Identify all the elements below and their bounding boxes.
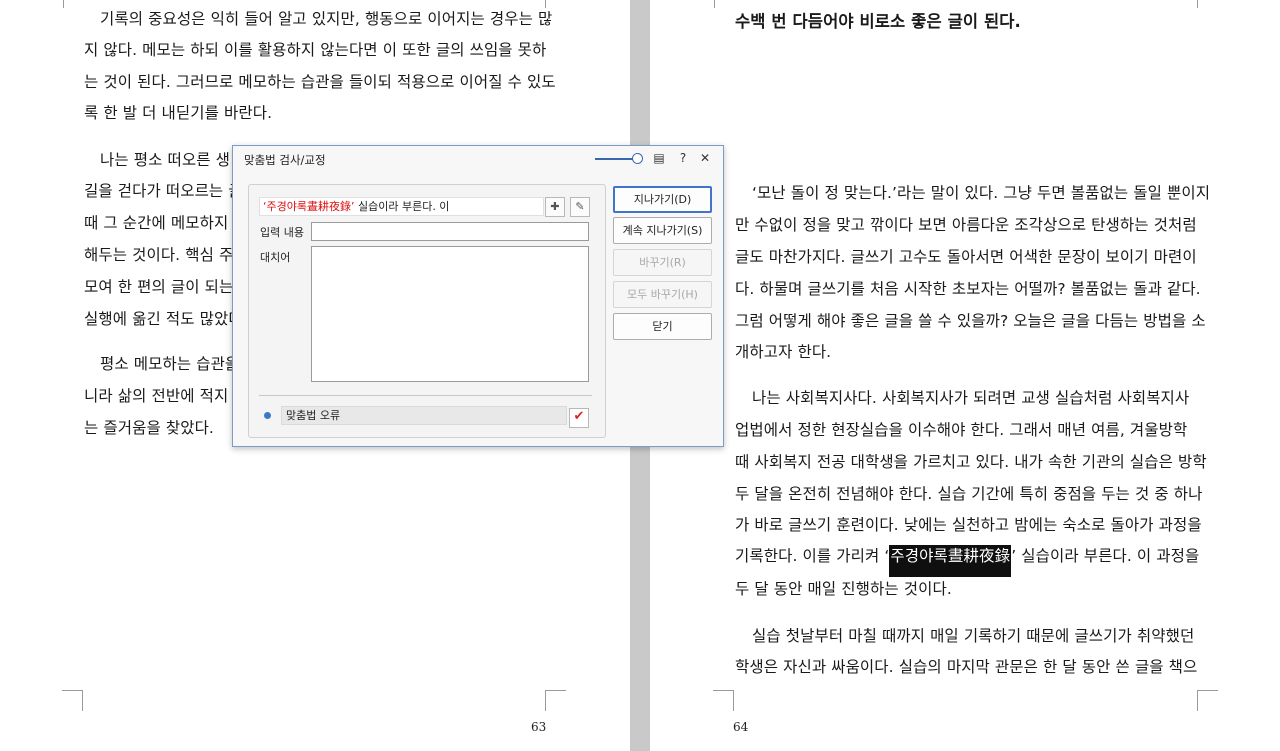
text-line[interactable]: 기록의 중요성은 익히 들어 알고 있지만, 행동으로 이어지는 경우는 많	[100, 7, 552, 29]
suggestion-label: 대치어	[260, 251, 291, 264]
text-line[interactable]: 길을 걷다가 떠오르는 글	[84, 179, 243, 201]
text-line[interactable]: 나는 사회복지사다. 사회복지사가 되려면 교생 실습처럼 사회복지사	[752, 386, 1189, 408]
crop-mark	[62, 690, 83, 711]
suggestion-list[interactable]	[311, 246, 589, 382]
text-line[interactable]: 나는 평소 떠오른 생	[100, 148, 230, 170]
text-line[interactable]: 다. 하물며 글쓰기를 처음 시작한 초보자는 어떨까? 볼품없는 돌과 같다.	[735, 277, 1201, 299]
edit-dictionary-icon[interactable]: ✎	[570, 197, 590, 217]
bullet-icon	[264, 412, 271, 419]
page-number: 64	[733, 720, 749, 734]
add-dictionary-icon[interactable]: ✚	[545, 197, 565, 217]
dialog-title: 맞춤법 검사/교정	[244, 153, 326, 167]
text-line[interactable]: 록 한 발 더 내딛기를 바란다.	[84, 101, 272, 123]
text-line[interactable]: 실습 첫날부터 마칠 때까지 매일 기록하기 때문에 글쓰기가 취약했던	[752, 624, 1194, 646]
page-number: 63	[531, 720, 547, 734]
close-button[interactable]: 닫기	[613, 313, 712, 340]
text-line[interactable]: 업법에서 정한 현장실습을 이수해야 한다. 그래서 매년 여름, 겨울방학	[735, 418, 1187, 440]
text-after-selection: ’ 실습이라 부른다. 이 과정을	[1011, 547, 1200, 565]
document-page-right: 수백 번 다듬어야 비로소 좋은 글이 된다. ‘모난 돌이 정 맞는다.’라는…	[650, 0, 1280, 751]
text-line[interactable]: 학생은 자신과 싸움이다. 실습의 마지막 관문은 한 달 동안 쓴 글을 책으	[735, 655, 1197, 677]
error-word: ‘주경야록晝耕夜錄’	[263, 200, 355, 213]
text-line[interactable]: 는 것이 된다. 그러므로 메모하는 습관을 들이되 적용으로 이어질 수 있도	[84, 70, 556, 92]
crop-mark	[545, 690, 566, 711]
highlighted-text-line[interactable]: 기록한다. 이를 가리켜 ‘주경야록晝耕夜錄’ 실습이라 부른다. 이 과정을	[735, 544, 1200, 577]
text-line[interactable]: 해두는 것이다. 핵심 주	[84, 243, 233, 265]
dialog-titlebar[interactable]: 맞춤법 검사/교정 ▤ ? ✕	[233, 146, 723, 172]
spellcheck-dialog: 맞춤법 검사/교정 ▤ ? ✕ ‘주경야록晝耕夜錄’ 실습이라 부른다. 이 ✚…	[232, 145, 724, 447]
crop-mark	[1197, 0, 1199, 8]
heading-line[interactable]: 수백 번 다듬어야 비로소 좋은 글이 된다.	[735, 8, 1021, 32]
selected-misspelled-word[interactable]: 주경야록晝耕夜錄	[889, 545, 1012, 577]
help-icon[interactable]: ?	[676, 151, 690, 165]
text-line[interactable]: 글도 마찬가지다. 글쓰기 고수도 돌아서면 어색한 문장이 보이기 마련이	[735, 245, 1197, 267]
text-line[interactable]: ‘모난 돌이 정 맞는다.’라는 말이 있다. 그냥 두면 볼품없는 돌일 뿐이…	[752, 181, 1210, 203]
error-sentence-box: ‘주경야록晝耕夜錄’ 실습이라 부른다. 이	[259, 197, 544, 216]
crop-mark	[62, 0, 64, 8]
text-line[interactable]: 는 즐거움을 찾았다.	[84, 416, 214, 438]
input-label: 입력 내용	[260, 226, 304, 239]
text-before-selection: 기록한다. 이를 가리켜 ‘	[735, 547, 890, 565]
close-icon[interactable]: ✕	[698, 151, 712, 165]
text-line[interactable]: 실행에 옮긴 적도 많았다	[84, 307, 243, 329]
text-line[interactable]: 때 사회복지 전공 대학생을 가르치고 있다. 내가 속한 기관의 실습은 방학	[735, 450, 1207, 472]
text-line[interactable]: 모여 한 편의 글이 되는	[84, 275, 233, 297]
text-line[interactable]: 때 그 순간에 메모하지	[84, 211, 228, 233]
transparency-slider-track[interactable]	[595, 158, 637, 160]
text-line[interactable]: 가 바로 글쓰기 훈련이다. 낮에는 실천하고 밤에는 숙소로 돌아가 과정을	[735, 513, 1202, 535]
crop-mark	[713, 0, 715, 8]
text-line[interactable]: 그럼 어떻게 해야 좋은 글을 쓸 수 있을까? 오늘은 글을 다듬는 방법을 …	[735, 309, 1206, 331]
text-line[interactable]: 지 않다. 메모는 하되 이를 활용하지 않는다면 이 또한 글의 쓰임을 못하	[84, 38, 546, 60]
spellcheck-icon[interactable]: ✔	[569, 408, 589, 428]
text-line[interactable]: 니라 삶의 전반에 적지 않	[84, 384, 248, 406]
replace-all-button[interactable]: 모두 바꾸기(H)	[613, 281, 712, 308]
text-line[interactable]: 두 달을 온전히 전념해야 한다. 실습 기간에 특히 중점을 두는 것 중 하…	[735, 482, 1202, 504]
text-line[interactable]: 만 수없이 정을 맞고 깎이다 보면 아름다운 조각상으로 탄생하는 것처럼	[735, 213, 1197, 235]
text-line[interactable]: 평소 메모하는 습관을	[100, 352, 239, 374]
input-field[interactable]	[311, 222, 589, 241]
transparency-slider-knob[interactable]	[632, 153, 643, 164]
crop-mark	[713, 690, 734, 711]
text-line[interactable]: 개하고자 한다.	[735, 340, 831, 362]
sentence-rest: 실습이라 부른다. 이	[354, 200, 450, 213]
crop-mark	[1197, 690, 1218, 711]
replace-button[interactable]: 바꾸기(R)	[613, 249, 712, 276]
text-line[interactable]: 두 달 동안 매일 진행하는 것이다.	[735, 577, 952, 599]
list-icon[interactable]: ▤	[652, 151, 666, 165]
error-type-field: 맞춤법 오류	[281, 406, 567, 425]
divider	[259, 395, 592, 396]
skip-all-button[interactable]: 계속 지나가기(S)	[613, 217, 712, 244]
skip-button[interactable]: 지나가기(D)	[613, 186, 712, 213]
